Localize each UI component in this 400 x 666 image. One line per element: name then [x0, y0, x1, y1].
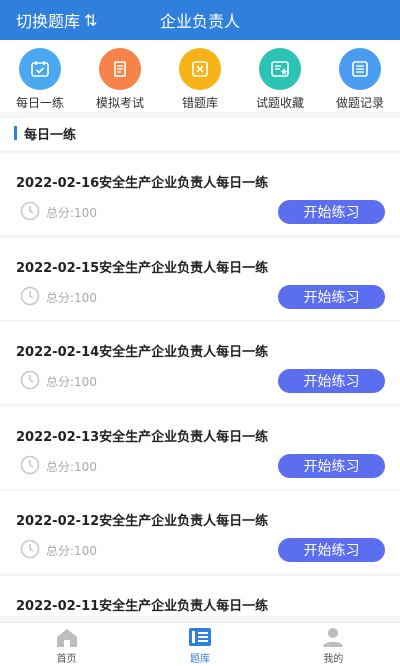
calendar-check-icon [19, 48, 61, 90]
exam-paper-icon [99, 48, 141, 90]
start-practice-button[interactable]: 开始练习 [278, 200, 385, 224]
list-item: 2022-02-14安全生产企业负责人每日一练 总分:100 开始练习 [0, 322, 400, 404]
total-score: 总分:100 [46, 375, 97, 389]
wrong-book-icon [179, 48, 221, 90]
list-item: 2022-02-16安全生产企业负责人每日一练 总分:100 开始练习 [0, 153, 400, 235]
favorite-list-icon [259, 48, 301, 90]
tab-label: 题库 [189, 654, 210, 665]
shortcut-mock-exam[interactable]: 模拟考试 [80, 40, 160, 112]
tab-question-bank[interactable]: 题库 [133, 623, 266, 666]
practice-list: 2022-02-16安全生产企业负责人每日一练 总分:100 开始练习 2022… [0, 153, 400, 618]
clock-icon [20, 286, 40, 305]
tab-home[interactable]: 首页 [0, 623, 133, 666]
shortcut-label: 每日一练 [15, 96, 64, 110]
shortcut-label: 做题记录 [335, 96, 384, 110]
clock-icon [20, 539, 40, 559]
shortcut-records[interactable]: 做题记录 [320, 40, 400, 112]
shortcut-wrong-questions[interactable]: 错题库 [160, 40, 240, 112]
tab-label: 我的 [323, 654, 344, 665]
shortcut-favorites[interactable]: 试题收藏 [240, 40, 320, 112]
section-header: 每日一练 [0, 118, 400, 150]
shortcut-label: 错题库 [181, 96, 218, 110]
record-list-icon [339, 48, 381, 90]
practice-title: 2022-02-13安全生产企业负责人每日一练 [16, 429, 269, 445]
list-item: 2022-02-13安全生产企业负责人每日一练 总分:100 开始练习 [0, 406, 400, 489]
bottom-tab-bar: 首页 题库 我的 [0, 622, 400, 666]
tab-mine[interactable]: 我的 [267, 623, 400, 666]
tab-label: 首页 [56, 654, 77, 665]
question-bank-icon [188, 628, 211, 646]
page-title: 企业负责人 [160, 12, 241, 31]
clock-icon [20, 370, 40, 390]
total-score: 总分:100 [46, 459, 97, 474]
shortcut-label: 试题收藏 [255, 96, 304, 110]
top-bar: 切换题库 ⇅ 企业负责人 [0, 0, 400, 40]
list-item: 2022-02-12安全生产企业负责人每日一练 总分:100 开始练习 [0, 491, 400, 573]
shortcut-daily-practice[interactable]: 每日一练 [0, 40, 80, 112]
shortcut-label: 模拟考试 [95, 96, 144, 110]
clock-icon [20, 455, 40, 474]
user-icon [323, 628, 344, 647]
swap-arrows-icon: ⇅ [84, 10, 97, 30]
practice-title: 2022-02-14安全生产企业负责人每日一练 [16, 345, 269, 360]
total-score: 总分:100 [46, 544, 97, 558]
switch-bank-label: 切换题库 [16, 12, 81, 31]
start-practice-button[interactable]: 开始练习 [278, 538, 385, 562]
list-item: 2022-02-11安全生产企业负责人每日一练 [0, 575, 400, 616]
practice-title: 2022-02-11安全生产企业负责人每日一练 [16, 598, 269, 614]
section-title: 每日一练 [24, 128, 77, 143]
shortcut-bar: 每日一练 模拟考试 错题库 试题收藏 做题记录 [0, 40, 400, 112]
practice-title: 2022-02-15安全生产企业负责人每日一练 [16, 260, 269, 276]
start-practice-button[interactable]: 开始练习 [278, 453, 385, 478]
total-score: 总分:100 [46, 290, 97, 305]
switch-bank-button[interactable]: 切换题库 ⇅ [16, 8, 97, 32]
clock-icon [20, 201, 40, 221]
section-accent-bar [14, 126, 17, 140]
home-icon [56, 629, 77, 647]
practice-title: 2022-02-16安全生产企业负责人每日一练 [16, 176, 269, 191]
start-practice-button[interactable]: 开始练习 [278, 284, 385, 309]
total-score: 总分:100 [46, 206, 97, 220]
list-item: 2022-02-15安全生产企业负责人每日一练 总分:100 开始练习 [0, 237, 400, 320]
practice-title: 2022-02-12安全生产企业负责人每日一练 [16, 514, 269, 529]
start-practice-button[interactable]: 开始练习 [278, 369, 385, 393]
